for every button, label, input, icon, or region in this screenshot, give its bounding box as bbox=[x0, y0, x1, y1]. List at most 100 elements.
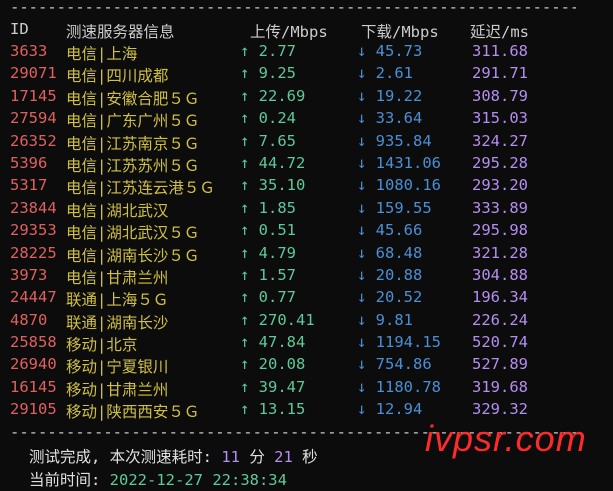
row-latency: 333.89 bbox=[472, 198, 528, 217]
row-upload: ↑ 20.08 bbox=[240, 355, 306, 374]
row-upload: ↑ 35.10 bbox=[240, 176, 306, 195]
elapsed-minutes: 11 bbox=[221, 448, 240, 466]
row-latency: 295.98 bbox=[472, 221, 528, 240]
row-upload: ↑ 2.77 bbox=[240, 42, 296, 60]
header-server: 测速服务器信息 bbox=[66, 23, 175, 41]
row-id: 5317 bbox=[10, 176, 48, 195]
row-download: ↓ 9.81 bbox=[357, 310, 413, 329]
completion-text: 测试完成, 本次测速耗时: bbox=[29, 448, 222, 466]
row-id: 17145 bbox=[10, 86, 57, 105]
row-upload: ↑ 0.77 bbox=[240, 288, 296, 307]
row-latency: 527.89 bbox=[472, 355, 528, 374]
header-download: 下载/Mbps bbox=[361, 23, 439, 41]
row-download: ↓ 68.48 bbox=[357, 243, 423, 262]
table-row: 25858 移动|北京 ↑ 47.84 ↓ 1194.15 520.74 bbox=[0, 333, 613, 355]
row-latency: 196.34 bbox=[472, 288, 528, 307]
row-download: ↓ 1180.78 bbox=[357, 377, 441, 396]
row-server: 电信|四川成都 bbox=[66, 67, 169, 86]
table-row: 23844 电信|湖北武汉 ↑ 1.85 ↓ 159.55 333.89 bbox=[0, 199, 613, 221]
row-id: 23844 bbox=[10, 198, 57, 217]
row-upload: ↑ 39.47 bbox=[240, 377, 306, 396]
row-id: 27594 bbox=[10, 109, 57, 128]
current-time-line: 当前时间: 2022-12-27 22:38:34 bbox=[29, 468, 287, 490]
table-row: 26940 移动|宁夏银川 ↑ 20.08 ↓ 754.86 527.89 bbox=[0, 355, 613, 377]
row-server: 电信|湖北武汉 bbox=[66, 201, 169, 220]
table-row: 3633 电信|上海 ↑ 2.77 ↓ 45.73 311.68 bbox=[0, 42, 613, 64]
completion-line: 测试完成, 本次测速耗时: 11 分 21 秒 bbox=[29, 445, 318, 467]
row-server: 电信|江苏南京５Ｇ bbox=[66, 134, 200, 153]
row-server: 移动|陕西西安５Ｇ bbox=[66, 403, 200, 422]
row-id: 26940 bbox=[10, 355, 57, 374]
table-header: ID 测速服务器信息 上传/Mbps 下载/Mbps 延迟/ms bbox=[0, 20, 613, 41]
row-id: 26352 bbox=[10, 131, 57, 150]
row-id: 29071 bbox=[10, 64, 57, 83]
row-server: 电信|广东广州５Ｇ bbox=[66, 112, 200, 131]
row-upload: ↑ 22.69 bbox=[240, 86, 306, 105]
table-row: 29353 电信|湖北武汉５Ｇ ↑ 0.51 ↓ 45.66 295.98 bbox=[0, 221, 613, 243]
row-download: ↓ 20.88 bbox=[357, 265, 423, 284]
table-row: 5317 电信|江苏连云港５Ｇ ↑ 35.10 ↓ 1080.16 293.20 bbox=[0, 176, 613, 198]
row-server: 电信|江苏苏州５Ｇ bbox=[66, 156, 200, 175]
row-download: ↓ 12.94 bbox=[357, 400, 423, 419]
row-upload: ↑ 0.24 bbox=[240, 109, 296, 128]
row-latency: 295.28 bbox=[472, 153, 528, 172]
row-download: ↓ 45.66 bbox=[357, 221, 423, 240]
row-id: 16145 bbox=[10, 377, 57, 396]
table-row: 17145 电信|安徽合肥５Ｇ ↑ 22.69 ↓ 19.22 308.79 bbox=[0, 87, 613, 109]
row-server: 电信|湖南长沙５Ｇ bbox=[66, 246, 200, 265]
table-row: 5396 电信|江苏苏州５Ｇ ↑ 44.72 ↓ 1431.06 295.28 bbox=[0, 154, 613, 176]
row-download: ↓ 2.61 bbox=[357, 64, 413, 83]
table-row: 16145 移动|甘肃兰州 ↑ 39.47 ↓ 1180.78 319.68 bbox=[0, 378, 613, 400]
row-download: ↓ 19.22 bbox=[357, 86, 423, 105]
elapsed-seconds: 21 bbox=[274, 448, 293, 466]
table-row: 28225 电信|湖南长沙５Ｇ ↑ 4.79 ↓ 68.48 321.28 bbox=[0, 244, 613, 266]
row-server: 电信|甘肃兰州 bbox=[66, 268, 169, 287]
row-server: 电信|湖北武汉５Ｇ bbox=[66, 224, 200, 243]
row-latency: 520.74 bbox=[472, 333, 528, 352]
minutes-unit: 分 bbox=[240, 448, 275, 466]
row-download: ↓ 935.84 bbox=[357, 131, 432, 150]
row-id: 5396 bbox=[10, 153, 48, 172]
row-server: 移动|宁夏银川 bbox=[66, 358, 169, 377]
row-upload: ↑ 4.79 bbox=[240, 243, 296, 262]
row-download: ↓ 1431.06 bbox=[357, 153, 441, 172]
row-latency: 319.68 bbox=[472, 377, 528, 396]
row-latency: 329.32 bbox=[472, 400, 528, 419]
table-row: 4870 联通|湖南长沙 ↑ 270.41 ↓ 9.81 226.24 bbox=[0, 311, 613, 333]
current-time-value: 2022-12-27 22:38:34 bbox=[109, 471, 287, 489]
row-server: 联通|湖南长沙 bbox=[66, 313, 169, 332]
row-upload: ↑ 7.65 bbox=[240, 131, 296, 150]
row-server: 联通|上海５Ｇ bbox=[66, 291, 169, 310]
table-row: 24447 联通|上海５Ｇ ↑ 0.77 ↓ 20.52 196.34 bbox=[0, 288, 613, 310]
current-time-label: 当前时间: bbox=[29, 471, 110, 489]
row-download: ↓ 33.64 bbox=[357, 109, 423, 128]
row-id: 3973 bbox=[10, 265, 48, 284]
row-upload: ↑ 0.51 bbox=[240, 221, 296, 240]
row-id: 29353 bbox=[10, 221, 57, 240]
row-upload: ↑ 1.85 bbox=[240, 198, 296, 217]
table-row: 29071 电信|四川成都 ↑ 9.25 ↓ 2.61 291.71 bbox=[0, 64, 613, 86]
row-id: 4870 bbox=[10, 310, 48, 329]
row-upload: ↑ 270.41 bbox=[240, 310, 315, 329]
row-server: 电信|上海 bbox=[66, 45, 138, 63]
row-latency: 304.88 bbox=[472, 265, 528, 284]
row-download: ↓ 45.73 bbox=[357, 42, 423, 60]
table-row: 27594 电信|广东广州５Ｇ ↑ 0.24 ↓ 33.64 315.03 bbox=[0, 109, 613, 131]
row-download: ↓ 1080.16 bbox=[357, 176, 441, 195]
row-server: 电信|安徽合肥５Ｇ bbox=[66, 89, 200, 108]
table-row: 26352 电信|江苏南京５Ｇ ↑ 7.65 ↓ 935.84 324.27 bbox=[0, 132, 613, 154]
row-latency: 308.79 bbox=[472, 86, 528, 105]
row-upload: ↑ 9.25 bbox=[240, 64, 296, 83]
row-upload: ↑ 44.72 bbox=[240, 153, 306, 172]
top-divider: ----------------------------------------… bbox=[10, 0, 576, 14]
row-download: ↓ 754.86 bbox=[357, 355, 432, 374]
row-upload: ↑ 47.84 bbox=[240, 333, 306, 352]
row-latency: 293.20 bbox=[472, 176, 528, 195]
row-server: 移动|甘肃兰州 bbox=[66, 380, 169, 399]
seconds-unit: 秒 bbox=[292, 448, 318, 466]
watermark-logo: ivpsr.com bbox=[425, 418, 587, 459]
terminal-window: ----------------------------------------… bbox=[0, 0, 613, 491]
row-id: 28225 bbox=[10, 243, 57, 262]
header-latency: 延迟/ms bbox=[470, 23, 529, 41]
row-latency: 315.03 bbox=[472, 109, 528, 128]
